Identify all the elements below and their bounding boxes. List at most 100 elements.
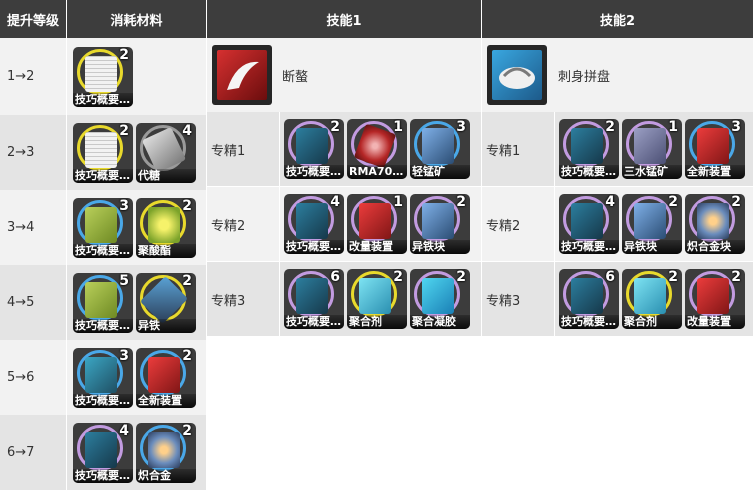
level-label: 4→5	[7, 295, 35, 310]
material-item[interactable]: 4 技巧概要…	[284, 194, 344, 254]
material-icon	[634, 203, 666, 239]
mastery-label-cell: 专精2	[482, 187, 554, 261]
material-icon	[148, 431, 180, 468]
mastery-materials-cell: 6 技巧概要… 2 聚合剂 2 聚合凝胶	[280, 262, 481, 336]
material-name: 聚合剂	[622, 315, 682, 329]
material-item[interactable]: 2 技巧概要…	[284, 119, 344, 179]
material-icon	[571, 278, 603, 314]
materials-cell: 5 技巧概要… 2 异铁	[67, 265, 206, 340]
fish-platter-skill-icon	[487, 45, 547, 105]
material-name: 技巧概要…	[73, 168, 133, 183]
material-count: 5	[119, 272, 129, 289]
mastery-label: 专精1	[211, 143, 246, 159]
mastery-materials-cell: 4 技巧概要… 2 异铁块 2 炽合金块	[555, 187, 753, 261]
mastery-label-cell: 专精1	[207, 112, 279, 186]
material-item[interactable]: 2 炽合金	[136, 422, 196, 483]
material-count: 1	[668, 119, 678, 135]
material-item[interactable]: 2 技巧概要…	[559, 119, 619, 179]
material-count: 2	[119, 122, 129, 139]
material-item[interactable]: 4 技巧概要…	[73, 422, 133, 483]
material-icon	[571, 128, 603, 164]
material-item[interactable]: 6 技巧概要…	[284, 269, 344, 329]
material-item[interactable]: 1 三水锰矿	[622, 119, 682, 179]
material-name: 异铁	[136, 318, 196, 333]
material-item[interactable]: 2 技巧概要…	[73, 122, 133, 183]
material-count: 2	[182, 422, 192, 439]
skill1-name: 断螯	[282, 69, 309, 85]
material-icon	[359, 278, 391, 314]
material-item[interactable]: 2 聚合剂	[347, 269, 407, 329]
skill2-title-row: 刺身拼盘	[482, 38, 753, 112]
crimson-claw-skill-icon	[212, 45, 272, 105]
material-item[interactable]: 3 全新装置	[685, 119, 745, 179]
mastery-label: 专精3	[211, 293, 246, 309]
material-count: 4	[330, 194, 340, 210]
material-count: 2	[330, 119, 340, 135]
material-icon	[85, 131, 117, 168]
mastery-materials-cell: 2 技巧概要… 1 三水锰矿 3 全新装置	[555, 112, 753, 186]
material-count: 3	[731, 119, 741, 135]
material-item[interactable]: 2 异铁块	[410, 194, 470, 254]
material-name: 技巧概要…	[284, 165, 344, 179]
material-item[interactable]: 3 技巧概要…	[73, 347, 133, 408]
material-item[interactable]: 2 异铁块	[622, 194, 682, 254]
material-item[interactable]: 2 改量装置	[685, 269, 745, 329]
material-name: 技巧概要…	[559, 240, 619, 254]
material-item[interactable]: 4 技巧概要…	[559, 194, 619, 254]
material-name: 炽合金	[136, 468, 196, 483]
material-count: 2	[731, 194, 741, 210]
material-icon	[697, 278, 729, 314]
material-item[interactable]: 2 全新装置	[136, 347, 196, 408]
material-count: 4	[182, 122, 192, 139]
material-item[interactable]: 2 聚酸酯	[136, 197, 196, 258]
material-icon	[296, 278, 328, 314]
material-item[interactable]: 2 技巧概要…	[73, 46, 133, 107]
material-item[interactable]: 4 代糖	[136, 122, 196, 183]
material-name: 技巧概要…	[73, 468, 133, 483]
material-icon	[634, 128, 666, 164]
material-name: 技巧概要…	[559, 315, 619, 329]
material-name: 全新装置	[685, 165, 745, 179]
level-label: 6→7	[7, 445, 35, 460]
material-name: 异铁块	[410, 240, 470, 254]
material-count: 2	[119, 46, 129, 63]
material-name: 全新装置	[136, 393, 196, 408]
material-item[interactable]: 1 RMA70…	[347, 119, 407, 179]
material-item[interactable]: 6 技巧概要…	[559, 269, 619, 329]
material-name: 轻锰矿	[410, 165, 470, 179]
material-icon	[296, 203, 328, 239]
material-icon	[422, 128, 454, 164]
material-count: 2	[393, 269, 403, 285]
material-count: 6	[605, 269, 615, 285]
material-item[interactable]: 3 技巧概要…	[73, 197, 133, 258]
level-cell: 3→4	[0, 190, 66, 265]
material-count: 4	[119, 422, 129, 439]
material-name: 技巧概要…	[73, 318, 133, 333]
material-item[interactable]: 2 异铁	[136, 272, 196, 333]
level-label: 2→3	[7, 145, 35, 160]
material-item[interactable]: 2 聚合凝胶	[410, 269, 470, 329]
material-icon	[148, 206, 180, 243]
mastery-label-cell: 专精2	[207, 187, 279, 261]
material-count: 2	[456, 269, 466, 285]
material-item[interactable]: 5 技巧概要…	[73, 272, 133, 333]
material-item[interactable]: 2 聚合剂	[622, 269, 682, 329]
level-cell: 2→3	[0, 115, 66, 190]
material-count: 2	[182, 272, 192, 289]
material-icon	[148, 356, 180, 393]
header-materials: 消耗材料	[67, 0, 206, 38]
platter-icon	[499, 67, 535, 89]
mastery-materials-cell: 2 技巧概要… 1 RMA70… 3 轻锰矿	[280, 112, 481, 186]
material-item[interactable]: 3 轻锰矿	[410, 119, 470, 179]
header-skill2: 技能2	[482, 0, 753, 38]
material-name: 技巧概要…	[73, 243, 133, 258]
material-count: 2	[182, 347, 192, 364]
material-item[interactable]: 2 炽合金块	[685, 194, 745, 254]
materials-cell: 2 技巧概要… 4 代糖	[67, 115, 206, 190]
materials-cell: 3 技巧概要… 2 全新装置	[67, 340, 206, 415]
materials-cell: 2 技巧概要…	[67, 38, 206, 115]
material-item[interactable]: 1 改量装置	[347, 194, 407, 254]
material-icon	[85, 431, 117, 468]
material-name: 技巧概要…	[73, 92, 133, 107]
material-count: 1	[393, 119, 403, 135]
